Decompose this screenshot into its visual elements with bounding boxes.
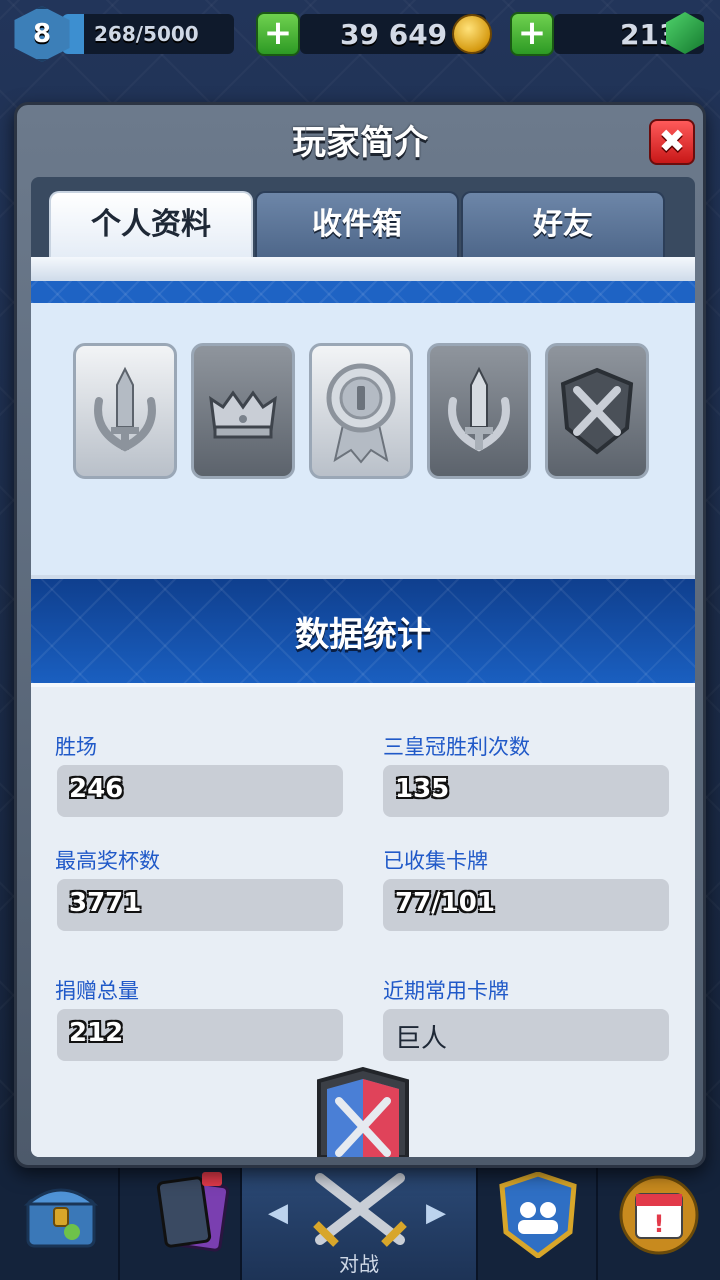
divider bbox=[31, 257, 695, 281]
xp-text: 268/5000 bbox=[94, 22, 199, 46]
close-button[interactable]: ✖ bbox=[649, 119, 695, 165]
stat-cards-found-value: 77/101 bbox=[395, 888, 495, 918]
crossed-swords-shield-badge-icon bbox=[560, 367, 634, 455]
stat-three-crown-box: 135 bbox=[383, 765, 669, 817]
nav-shop[interactable] bbox=[0, 1160, 120, 1280]
player-profile-modal: 玩家简介 ✖ 个人资料 收件箱 好友 数据统计 胜场 246 三皇冠胜利次数 1… bbox=[14, 102, 706, 1168]
medal-ribbon-badge-icon bbox=[326, 363, 396, 464]
stat-three-crown-label: 三皇冠胜利次数 bbox=[383, 735, 530, 759]
nav-right-arrow-icon[interactable]: ▶ bbox=[426, 1198, 446, 1228]
stat-wins-value: 246 bbox=[69, 774, 124, 804]
badges-section bbox=[31, 303, 695, 575]
sword-laurel-badge-icon bbox=[94, 366, 156, 452]
stat-favorite-card-label: 近期常用卡牌 bbox=[383, 979, 509, 1003]
svg-text:!: ! bbox=[654, 1210, 665, 1238]
crossed-swords-icon bbox=[313, 1173, 407, 1247]
cards-icon bbox=[156, 1172, 230, 1252]
nav-battle-label: 对战 bbox=[339, 1252, 379, 1276]
sword-laurel-dark-badge-icon bbox=[448, 366, 510, 452]
gold-coin-icon bbox=[452, 14, 492, 54]
stat-wins-label: 胜场 bbox=[55, 735, 97, 759]
xp-bar: 268/5000 bbox=[62, 14, 234, 54]
tab-inbox[interactable]: 收件箱 bbox=[255, 191, 459, 259]
stat-cards-found-box: 77/101 bbox=[383, 879, 669, 931]
stat-wins-box: 246 bbox=[57, 765, 343, 817]
stat-favorite-card-value: 巨人 bbox=[395, 1024, 448, 1054]
stat-highest-trophies-box: 3771 bbox=[57, 879, 343, 931]
crown-badge-icon bbox=[209, 390, 277, 439]
top-resource-bar: 268/5000 8 + 39 649 + 213 bbox=[0, 0, 720, 70]
stat-cards-found-label: 已收集卡牌 bbox=[383, 849, 488, 873]
modal-title: 玩家简介 bbox=[292, 123, 428, 163]
treasure-chest-icon bbox=[23, 1188, 99, 1248]
buy-gold-button[interactable]: + bbox=[256, 12, 300, 56]
nav-clan[interactable] bbox=[478, 1160, 598, 1280]
clan-shield-icon bbox=[499, 1172, 577, 1258]
stat-three-crown-value: 135 bbox=[395, 774, 450, 804]
league-shield-icon bbox=[317, 1067, 409, 1157]
stat-highest-trophies-label: 最高奖杯数 bbox=[55, 849, 160, 873]
gold-amount: 39 649 bbox=[340, 18, 448, 51]
badge-sword-laurel[interactable] bbox=[73, 343, 177, 479]
profile-content: 数据统计 胜场 246 三皇冠胜利次数 135 最高奖杯数 3771 已收集卡牌… bbox=[31, 257, 695, 1157]
stat-highest-trophies-value: 3771 bbox=[69, 888, 142, 918]
stat-donations-value: 212 bbox=[69, 1018, 124, 1048]
badge-sword-laurel-dark[interactable] bbox=[427, 343, 531, 479]
stat-donations-box: 212 bbox=[57, 1009, 343, 1061]
stats-title: 数据统计 bbox=[295, 615, 431, 655]
buy-gems-button[interactable]: + bbox=[510, 12, 554, 56]
nav-battle[interactable]: ◀ ▶ 对战 bbox=[242, 1160, 478, 1280]
badge-medal[interactable] bbox=[309, 343, 413, 479]
nav-left-arrow-icon[interactable]: ◀ bbox=[268, 1198, 288, 1228]
event-calendar-icon: ! bbox=[619, 1175, 699, 1255]
stats-header: 数据统计 bbox=[31, 575, 695, 687]
tab-profile[interactable]: 个人资料 bbox=[49, 191, 253, 259]
divider-blue bbox=[31, 281, 695, 303]
nav-events[interactable]: ! bbox=[598, 1160, 720, 1280]
nav-cards[interactable] bbox=[120, 1160, 242, 1280]
stat-favorite-card-box: 巨人 bbox=[383, 1009, 669, 1061]
badge-crown[interactable] bbox=[191, 343, 295, 479]
badge-crossed-swords[interactable] bbox=[545, 343, 649, 479]
stat-donations-label: 捐赠总量 bbox=[55, 979, 139, 1003]
bottom-navigation: ◀ ▶ 对战 ! bbox=[0, 1160, 720, 1280]
tab-friends[interactable]: 好友 bbox=[461, 191, 665, 259]
profile-panel: 个人资料 收件箱 好友 数据统计 胜场 246 三皇冠胜利次数 135 最高奖杯… bbox=[31, 177, 695, 1157]
